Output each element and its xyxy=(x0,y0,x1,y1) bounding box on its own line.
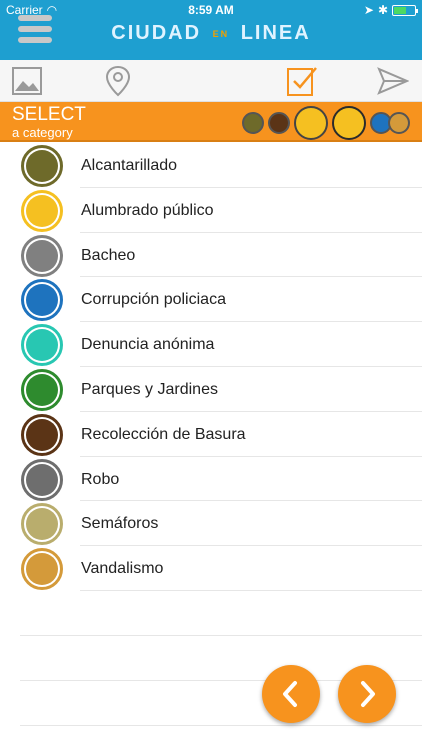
checklist-icon[interactable] xyxy=(285,64,319,98)
category-icon-fill xyxy=(26,418,58,451)
category-icon-fill xyxy=(26,373,58,406)
category-row[interactable]: Corrupción policiaca xyxy=(0,277,422,323)
category-label: Semáforos xyxy=(81,515,159,533)
gun-icon xyxy=(21,458,63,501)
screen: Carrier ◠ 8:59 AM ➤ ✱ CIUDAD EN LINEA SE… xyxy=(0,0,422,750)
location-arrow-icon: ➤ xyxy=(363,3,374,17)
app-title-right: LINEA xyxy=(240,22,311,44)
image-icon[interactable] xyxy=(10,64,44,98)
send-icon[interactable] xyxy=(376,64,410,98)
previous-button[interactable] xyxy=(262,665,320,723)
category-row[interactable]: Semáforos xyxy=(0,501,422,547)
select-subtitle: a category xyxy=(12,125,73,140)
category-row[interactable]: Parques y Jardines xyxy=(0,367,422,412)
status-bar: Carrier ◠ 8:59 AM ➤ ✱ xyxy=(0,0,422,20)
category-icon-fill xyxy=(26,329,58,362)
next-button[interactable] xyxy=(338,665,396,723)
status-time: 8:59 AM xyxy=(188,3,234,17)
category-row[interactable]: Recolección de Basura xyxy=(0,412,422,457)
category-label: Vandalismo xyxy=(81,560,164,578)
traffic-light-icon xyxy=(21,503,63,546)
category-label: Bacheo xyxy=(81,246,136,264)
category-list: Alcantarillado Alumbrado público Bacheo Cor… xyxy=(0,143,422,591)
chevron-right-icon xyxy=(361,681,375,707)
chevron-left-icon xyxy=(283,681,297,707)
streetlight-icon xyxy=(21,189,63,232)
status-right: ➤ ✱ xyxy=(363,3,418,17)
vandalism-icon xyxy=(21,548,63,591)
category-icon-fill xyxy=(26,463,58,496)
category-row[interactable]: Robo xyxy=(0,457,422,502)
empty-separator-3 xyxy=(20,725,422,726)
trash-icon xyxy=(21,413,63,456)
carousel-item-vandalism[interactable] xyxy=(388,112,410,134)
category-row[interactable]: Alcantarillado xyxy=(0,143,422,188)
location-icon[interactable] xyxy=(101,64,135,98)
carousel-item-sewer[interactable] xyxy=(242,112,264,134)
category-row[interactable]: Bacheo xyxy=(0,233,422,278)
tree-icon xyxy=(21,368,63,411)
battery-icon xyxy=(392,4,418,16)
category-carousel[interactable] xyxy=(238,102,410,142)
app-title-left: CIUDAD xyxy=(111,22,202,44)
category-row[interactable]: Vandalismo xyxy=(0,546,422,591)
step-toolbar xyxy=(0,60,422,102)
police-badge-icon xyxy=(21,279,63,322)
category-icon-fill xyxy=(26,553,58,586)
carousel-item-trash[interactable] xyxy=(268,112,290,134)
category-icon-fill xyxy=(26,508,58,541)
category-icon-fill xyxy=(26,239,58,272)
category-icon-fill xyxy=(26,284,58,317)
road-icon xyxy=(21,234,63,277)
carousel-item-lighting-selected[interactable] xyxy=(332,106,366,140)
bluetooth-icon: ✱ xyxy=(377,3,388,17)
category-label: Denuncia anónima xyxy=(81,336,215,354)
question-phone-icon xyxy=(21,324,63,367)
menu-bar-1 xyxy=(18,15,52,21)
category-label: Robo xyxy=(81,470,120,488)
empty-separator-1 xyxy=(20,635,422,636)
app-header: Carrier ◠ 8:59 AM ➤ ✱ CIUDAD EN LINEA xyxy=(0,0,422,60)
select-title: SELECT xyxy=(12,104,86,125)
app-title: CIUDAD EN LINEA xyxy=(0,22,422,45)
category-label: Parques y Jardines xyxy=(81,380,218,398)
category-row[interactable]: Denuncia anónima xyxy=(0,322,422,367)
sewer-icon xyxy=(21,145,63,187)
category-label: Alcantarillado xyxy=(81,157,178,174)
app-title-mid: EN xyxy=(212,28,230,39)
row-separator xyxy=(80,589,422,591)
category-icon-fill xyxy=(26,194,58,227)
category-icon-fill xyxy=(26,150,58,182)
category-label: Alumbrado público xyxy=(81,201,214,219)
category-label: Corrupción policiaca xyxy=(81,291,226,309)
carousel-item-lighting[interactable] xyxy=(294,106,328,140)
select-category-bar: SELECT a category xyxy=(0,102,422,142)
category-row[interactable]: Alumbrado público xyxy=(0,188,422,233)
category-label: Recolección de Basura xyxy=(81,425,246,443)
